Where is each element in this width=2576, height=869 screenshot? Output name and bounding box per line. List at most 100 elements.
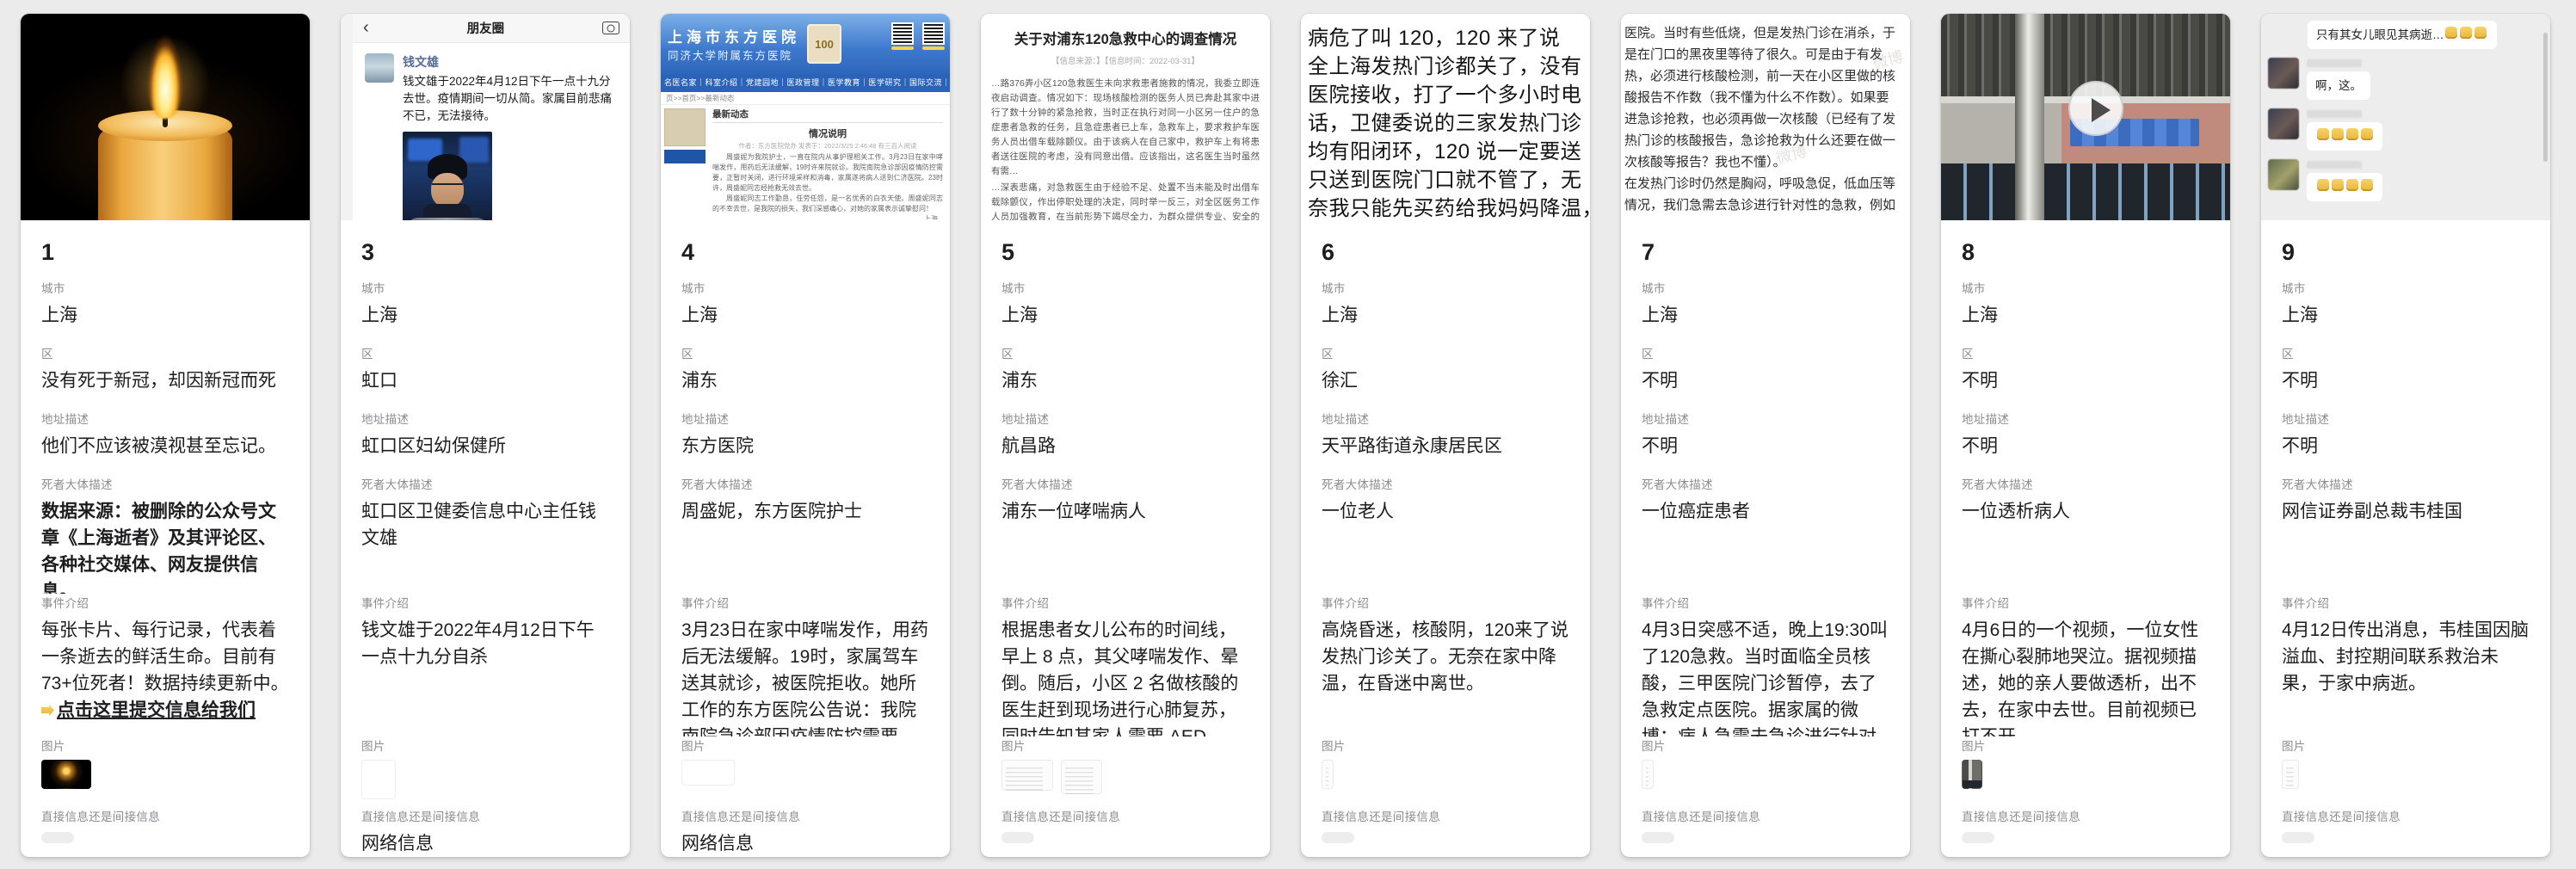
post-photo-man-portrait <box>403 132 492 220</box>
scrollbar[interactable] <box>2543 33 2548 162</box>
screenshot-text-line: 医院。当时有些低烧，但是发热门诊在消杀，于 <box>1624 22 1908 44</box>
praying-hands-emoji <box>2346 179 2358 191</box>
district-value: 浦东 <box>1001 367 1249 394</box>
announcement-meta: 作者：东方医院党办 发表于：2022/3/25 2:46:48 有三百人阅读 <box>712 141 943 151</box>
field-label-images: 图片 <box>1322 736 1569 754</box>
empty-value-pill <box>1962 832 1994 843</box>
field-label-direct: 直接信息还是间接信息 <box>1322 807 1569 824</box>
deceased-value: 数据来源：被删除的公众号文章《上海逝者》及其评论区、各种社交媒体、网友提供信息。 <box>41 498 289 594</box>
field-label-address: 地址描述 <box>681 410 929 427</box>
announcement-title: 情况说明 <box>712 126 943 140</box>
post-text: 钱文雄于2022年4月12日下午一点十九分去世。疫情期间一切从简。家属目前悲痛不… <box>403 73 619 125</box>
deceased-value: 一位癌症患者 <box>1642 498 1889 525</box>
wechat-nav-bar: ‹ 朋友圈 <box>353 14 630 43</box>
field-label-event: 事件介绍 <box>361 594 609 611</box>
empty-value-pill <box>1322 832 1354 843</box>
submit-info-link[interactable]: 点击这里提交信息给我们 <box>41 700 256 720</box>
district-value: 虹口 <box>361 367 609 394</box>
screenshot-text-line: 均有阳闭环，120 说一定要送 <box>1308 138 1587 166</box>
sidebar-block <box>664 150 706 163</box>
field-label-images: 图片 <box>681 736 929 754</box>
building-video-thumbnail[interactable] <box>1962 760 1982 789</box>
field-label-images: 图片 <box>361 736 609 754</box>
district-value: 浦东 <box>681 367 929 394</box>
field-label-address: 地址描述 <box>2282 410 2530 427</box>
record-card-9[interactable]: 只有其女儿眼见其病逝… 啊，这。 9 城市 上海 区 <box>2261 14 2550 857</box>
address-value: 航昌路 <box>1001 433 1249 459</box>
district-value: 不明 <box>1962 367 2209 394</box>
screenshot-text-line: 酸报告不作数（我不懂为什么不作数）。如果要 <box>1624 87 1908 108</box>
blurred-username <box>2307 59 2362 67</box>
announcement-paragraph: 周盛妮同志工作勤恳，任劳任怨，是一名优秀的白衣天使。周盛妮同志的不幸去世，是我院… <box>712 194 943 214</box>
field-label-deceased: 死者大体描述 <box>2282 475 2530 492</box>
screenshot-text-line: 是在门口的黑夜里等待了很久。可是由于有发 <box>1624 44 1908 65</box>
record-card-4[interactable]: 上海市东方医院 同济大学附属东方医院 100 名医名家｜科室介绍｜党建园地｜医政… <box>661 14 950 857</box>
address-value: 不明 <box>2282 433 2530 459</box>
address-value: 东方医院 <box>681 433 929 459</box>
field-label-district: 区 <box>41 344 289 361</box>
event-value: 4月12日传出消息，韦桂国因脑溢血、封控期间联系救治未果，于家中病逝。 <box>2282 617 2530 697</box>
field-label-direct: 直接信息还是间接信息 <box>1001 807 1249 824</box>
field-label-address: 地址描述 <box>1001 410 1249 427</box>
sidebar-block <box>664 108 706 146</box>
record-attachment-chat-screenshot[interactable]: 只有其女儿眼见其病逝… 啊，这。 <box>2261 14 2550 220</box>
praying-hands-emoji <box>2332 128 2344 140</box>
announcement-signature: 上海 <box>712 214 943 219</box>
screenshot-text-line: 在发热门诊时仍然是胸闷，呼吸急促，低血压等 <box>1624 173 1908 194</box>
field-label-city: 城市 <box>361 279 609 296</box>
text-screenshot-thumbnail[interactable] <box>1322 760 1334 789</box>
record-card-1[interactable]: 1 城市 上海 区 没有死于新冠，却因新冠而死 地址描述 他们不应该被漠视甚至忘… <box>21 14 310 857</box>
document-paragraph: …路376弄小区120急救医生未向求救患者施救的情况，我委立即连夜启动调查。情况… <box>991 77 1260 179</box>
city-value: 上海 <box>681 302 929 329</box>
anniversary-100-badge: 100 <box>807 24 841 64</box>
field-label-city: 城市 <box>1642 279 1889 296</box>
address-value: 不明 <box>1642 433 1889 459</box>
address-value: 虹口区妇幼保健所 <box>361 433 609 459</box>
wechat-post-thumbnail[interactable] <box>361 760 396 799</box>
candle-photo-thumbnail[interactable] <box>41 760 91 789</box>
record-attachment-investigation-document[interactable]: 关于对浦东120急救中心的调查情况 【信息来源：】【信息时间：2022-03-3… <box>981 14 1270 220</box>
document-thumbnail[interactable] <box>1061 760 1102 794</box>
record-attachment-hospital-website[interactable]: 上海市东方医院 同济大学附属东方医院 100 名医名家｜科室介绍｜党建园地｜医政… <box>661 14 950 220</box>
record-attachment-wechat-moments[interactable]: ‹ 朋友圈 钱文雄 钱文雄于2022年4月12日下午一点十九分去世。疫情期间一切… <box>341 14 630 220</box>
record-card-8[interactable]: 8 城市 上海 区 不明 地址描述 不明 死者大体描述 一位透析病人 事件介绍 … <box>1941 14 2230 857</box>
field-label-event: 事件介绍 <box>41 594 289 611</box>
chat-screenshot-thumbnail[interactable] <box>2282 760 2299 789</box>
screenshot-text-line: 次核酸等报告？我也不懂）。 <box>1624 151 1908 173</box>
record-card-7[interactable]: 医院。当时有些低烧，但是发热门诊在消杀，于 是在门口的黑夜里等待了很久。可是由于… <box>1621 14 1910 857</box>
blurred-username <box>2307 110 2362 118</box>
record-attachment-text-screenshot[interactable]: 病危了叫 120，120 来了说 全上海发热门诊都关了，没有 医院接收，打了一个… <box>1301 14 1590 220</box>
record-attachment-video-thumbnail[interactable] <box>1941 14 2230 220</box>
record-attachment-weibo-screenshot[interactable]: 医院。当时有些低烧，但是发热门诊在消杀，于 是在门口的黑夜里等待了很久。可是由于… <box>1621 14 1910 220</box>
field-label-district: 区 <box>361 344 609 361</box>
record-attachment-candle-photo[interactable] <box>21 14 310 220</box>
field-label-address: 地址描述 <box>1962 410 2209 427</box>
record-card-6[interactable]: 病危了叫 120，120 来了说 全上海发热门诊都关了，没有 医院接收，打了一个… <box>1301 14 1590 857</box>
empty-value-pill <box>1001 832 1034 843</box>
coat <box>406 218 489 220</box>
record-card-3[interactable]: ‹ 朋友圈 钱文雄 钱文雄于2022年4月12日下午一点十九分去世。疫情期间一切… <box>341 14 630 857</box>
record-number: 9 <box>2282 239 2530 267</box>
field-label-city: 城市 <box>681 279 929 296</box>
record-card-5[interactable]: 关于对浦东120急救中心的调查情况 【信息来源：】【信息时间：2022-03-3… <box>981 14 1270 857</box>
field-label-event: 事件介绍 <box>1322 594 1569 611</box>
play-icon[interactable] <box>2068 81 2123 136</box>
website-screenshot-thumbnail[interactable] <box>681 760 735 786</box>
site-sidebar <box>661 105 706 219</box>
praying-hands-emoji <box>2346 128 2358 140</box>
chat-bubble: 只有其女儿眼见其病逝… <box>2308 21 2497 49</box>
document-thumbnail[interactable] <box>1001 760 1053 791</box>
metal-pole <box>2015 14 2044 220</box>
field-label-district: 区 <box>2282 344 2530 361</box>
field-label-direct: 直接信息还是间接信息 <box>2282 807 2530 824</box>
screenshot-text-line: 只送到医院门口就不管了，无 <box>1308 166 1587 194</box>
text-screenshot-thumbnail[interactable] <box>1642 760 1654 789</box>
deceased-value: 一位透析病人 <box>1962 498 2209 525</box>
avatar <box>2268 159 2299 190</box>
city-value: 上海 <box>41 302 289 329</box>
screenshot-text-line: 全上海发热门诊都关了，没有 <box>1308 52 1587 81</box>
field-label-event: 事件介绍 <box>1001 594 1249 611</box>
qr-code-icon <box>922 22 945 45</box>
field-label-district: 区 <box>1001 344 1249 361</box>
stadium-screen <box>459 137 489 163</box>
